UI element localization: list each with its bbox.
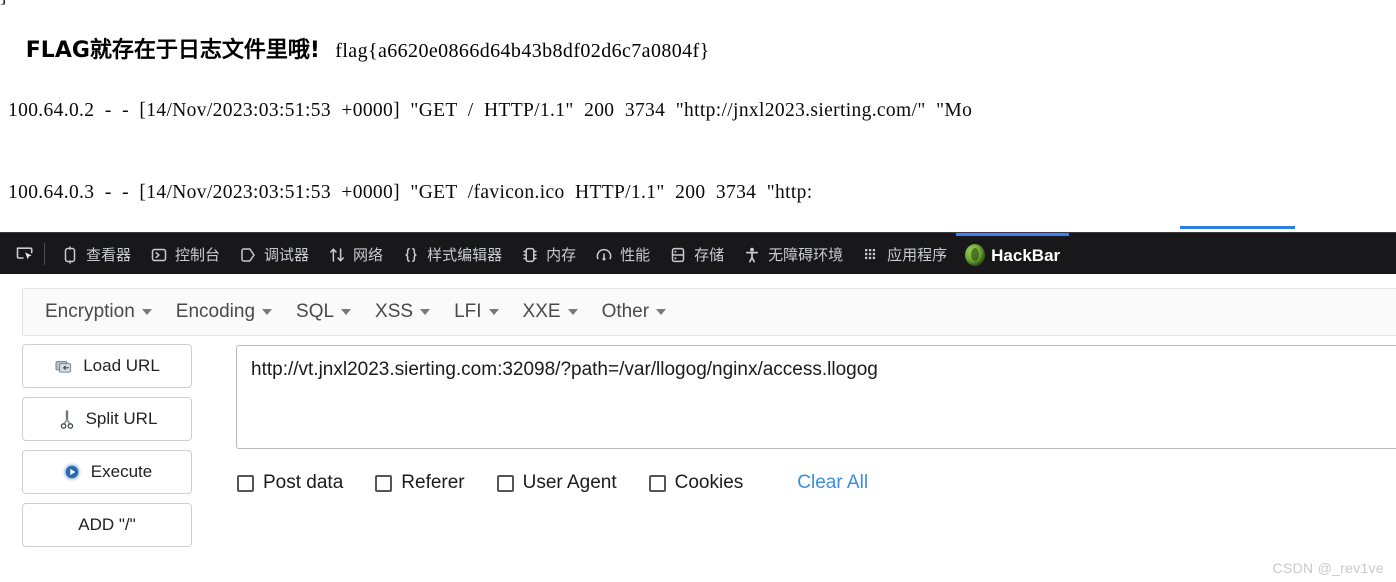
tab-inspector[interactable]: 查看器 (51, 233, 140, 275)
menu-encoding[interactable]: Encoding (164, 295, 284, 329)
chevron-down-icon (567, 309, 578, 315)
add-slash-button[interactable]: ADD "/" (22, 503, 192, 547)
post-data-checkbox[interactable]: Post data (237, 472, 343, 494)
tab-label: 样式编辑器 (427, 245, 503, 264)
tab-label: HackBar (991, 245, 1061, 265)
checkbox-box (496, 474, 514, 492)
log-line: 100.64.0.3 - - [14/Nov/2023:03:51:53 +00… (8, 182, 813, 204)
tab-memory[interactable]: 内存 (511, 233, 585, 275)
load-url-button[interactable]: Load URL (22, 344, 192, 388)
tab-console[interactable]: 控制台 (140, 233, 229, 275)
tab-label: 无障碍环境 (768, 245, 844, 264)
clear-all-link[interactable]: Clear All (797, 472, 868, 494)
tab-network[interactable]: 网络 (318, 233, 392, 275)
browser-page-content: ] FLAG就存在于日志文件里哦! flag{a6620e0866d64b43b… (0, 0, 1396, 232)
hackbar-option-row: Post data Referer User Agent Cookies Cle… (237, 472, 868, 494)
chevron-down-icon (488, 309, 499, 315)
menu-label: XSS (375, 301, 414, 322)
cookies-checkbox[interactable]: Cookies (648, 472, 744, 494)
chevron-down-icon (656, 309, 667, 315)
button-label: Split URL (85, 409, 158, 428)
menu-encryption[interactable]: Encryption (33, 295, 164, 329)
tab-label: 调试器 (264, 245, 310, 264)
menu-label: Other (601, 301, 650, 322)
url-input-value: http://vt.jnxl2023.sierting.com:32098/?p… (251, 359, 878, 380)
storage-icon (668, 245, 688, 265)
tab-label: 性能 (620, 245, 651, 264)
page-top-fragment: ] (0, 0, 7, 8)
accessibility-person-icon (742, 245, 762, 265)
tab-hackbar[interactable]: HackBar (956, 232, 1070, 275)
log-line: 100.64.0.2 - - [14/Nov/2023:03:51:53 +00… (8, 99, 973, 121)
split-url-scissors-icon (57, 409, 77, 429)
hackbar-logo-icon (965, 244, 986, 266)
tab-label: 应用程序 (887, 245, 948, 264)
menu-other[interactable]: Other (590, 295, 679, 329)
style-editor-braces-icon (401, 245, 421, 265)
inspector-icon (60, 245, 80, 265)
network-arrows-icon (327, 245, 347, 265)
menu-label: SQL (296, 301, 335, 322)
hackbar-panel: Encryption Encoding SQL XSS LFI XXE Othe… (0, 274, 1396, 582)
tab-label: 存储 (694, 245, 725, 264)
tab-label: 内存 (546, 245, 577, 264)
menu-sql[interactable]: SQL (284, 295, 363, 329)
chevron-down-icon (262, 309, 273, 315)
menu-label: Encoding (175, 301, 256, 322)
split-url-button[interactable]: Split URL (22, 397, 192, 441)
button-label: ADD "/" (78, 515, 136, 534)
tab-style-editor[interactable]: 样式编辑器 (392, 233, 511, 275)
tab-label: 网络 (353, 245, 384, 264)
tab-label: 查看器 (86, 245, 132, 264)
console-icon (149, 245, 169, 265)
button-label: Load URL (83, 356, 160, 375)
checkbox-label: Cookies (674, 472, 744, 493)
chevron-down-icon (341, 309, 352, 315)
checkbox-box (648, 474, 666, 492)
menu-lfi[interactable]: LFI (442, 295, 510, 329)
tab-label: 控制台 (175, 245, 221, 264)
execute-play-icon (62, 462, 82, 482)
menu-label: Encryption (45, 301, 135, 322)
menu-xxe[interactable]: XXE (511, 295, 590, 329)
memory-icon (520, 245, 540, 265)
csdn-watermark: CSDN @_rev1ve (1272, 560, 1384, 576)
checkbox-box (375, 474, 393, 492)
tab-performance[interactable]: 性能 (585, 233, 659, 275)
access-log-lines: 100.64.0.2 - - [14/Nov/2023:03:51:53 +00… (8, 42, 1396, 232)
toolbar-divider (44, 242, 45, 265)
element-picker-icon[interactable] (8, 239, 42, 269)
button-label: Execute (90, 462, 153, 481)
referer-checkbox[interactable]: Referer (375, 472, 465, 494)
tab-debugger[interactable]: 调试器 (229, 233, 318, 275)
debugger-icon (238, 245, 258, 265)
application-grid-icon (861, 245, 881, 265)
chevron-down-icon (141, 309, 152, 315)
tab-application[interactable]: 应用程序 (852, 233, 956, 275)
user-agent-checkbox[interactable]: User Agent (496, 472, 617, 494)
checkbox-label: Post data (263, 472, 344, 493)
url-input[interactable]: http://vt.jnxl2023.sierting.com:32098/?p… (236, 345, 1396, 449)
menu-label: XXE (522, 301, 561, 322)
text-selection-underline (1180, 226, 1295, 229)
load-url-icon (54, 356, 74, 376)
menu-xss[interactable]: XSS (363, 295, 442, 329)
tab-storage[interactable]: 存储 (659, 233, 733, 275)
hackbar-action-buttons: Load URL Split URL Execute ADD "/" (22, 344, 192, 547)
performance-gauge-icon (594, 245, 614, 265)
tab-accessibility[interactable]: 无障碍环境 (733, 233, 852, 275)
checkbox-box (237, 474, 254, 492)
hackbar-menubar: Encryption Encoding SQL XSS LFI XXE Othe… (22, 288, 1396, 336)
menu-label: LFI (454, 301, 482, 322)
execute-button[interactable]: Execute (22, 450, 192, 494)
devtools-toolbar: 查看器 控制台 调试器 网络 样式编辑器 内存 性能 存储 无障碍环境 应用程序… (0, 232, 1396, 274)
checkbox-label: Referer (401, 472, 465, 493)
chevron-down-icon (420, 309, 431, 315)
checkbox-label: User Agent (522, 472, 617, 493)
